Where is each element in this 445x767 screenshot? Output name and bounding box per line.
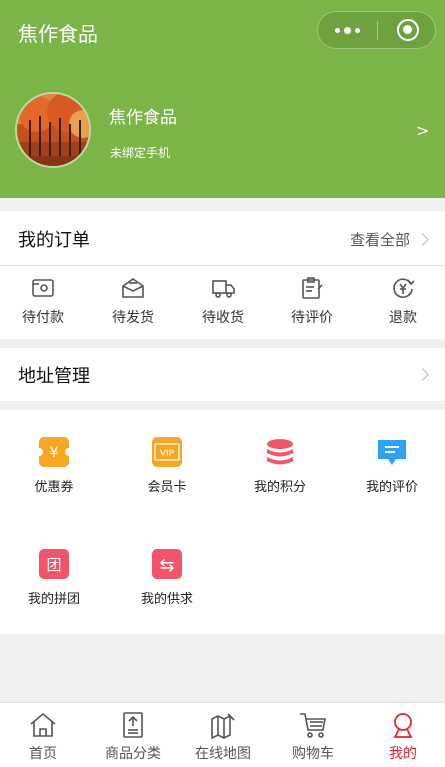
order-pending-payment[interactable]: 待付款 <box>8 275 78 331</box>
user-icon <box>393 713 413 738</box>
app-title: 焦作食品 <box>18 22 98 46</box>
order-item-label: 待收货 <box>202 310 244 326</box>
tool-label: 我的积分 <box>253 480 306 495</box>
order-pending-shipment[interactable]: 待发货 <box>98 275 168 331</box>
order-item-label: 待发货 <box>112 310 154 326</box>
tool-label: 优惠券 <box>34 480 74 495</box>
tab-label: 首页 <box>29 746 57 762</box>
address-management-title: 地址管理 <box>18 366 90 387</box>
view-all-orders-link[interactable]: 查看全部 <box>350 229 410 250</box>
svg-text:VIP: VIP <box>160 449 175 459</box>
tools-grid: ¥ 优惠券 VIP 会员卡 我的积分 我的评价 团 我的拼团 ⇆ 我的供求 <box>0 410 445 634</box>
order-pending-receipt[interactable]: 待收货 <box>188 275 258 331</box>
mini-program-capsule <box>317 11 436 49</box>
close-target-icon[interactable] <box>397 19 419 41</box>
clipboard-icon <box>302 277 323 299</box>
tab-label: 购物车 <box>292 746 334 762</box>
comment-icon <box>377 437 407 467</box>
tool-label: 我的供求 <box>140 592 193 607</box>
chevron-right-icon <box>416 368 429 381</box>
capsule-divider <box>377 21 378 40</box>
tab-label: 商品分类 <box>105 746 161 762</box>
svg-text:团: 团 <box>46 556 61 574</box>
tool-my-group-buy[interactable]: 团 我的拼团 <box>9 549 99 609</box>
profile-header: 焦作食品 焦作食品 未绑定手机 > <box>0 0 445 198</box>
svg-text:⇆: ⇆ <box>159 555 174 576</box>
tab-mine[interactable]: 我的 <box>363 711 443 765</box>
order-refund[interactable]: 退款 <box>368 275 438 331</box>
order-item-label: 退款 <box>389 310 417 326</box>
profile-arrow-icon[interactable]: > <box>416 121 429 140</box>
order-item-label: 待评价 <box>291 310 333 326</box>
tool-label: 我的评价 <box>365 480 418 495</box>
supply-demand-icon: ⇆ <box>152 549 182 579</box>
tab-home[interactable]: 首页 <box>3 711 83 765</box>
phone-binding-status[interactable]: 未绑定手机 <box>110 144 170 161</box>
bottom-tab-bar: 首页 商品分类 在线地图 购物车 我的 <box>0 702 445 767</box>
address-management-row[interactable]: 地址管理 <box>0 348 445 401</box>
box-icon <box>122 278 144 298</box>
tab-categories[interactable]: 商品分类 <box>93 711 173 765</box>
more-menu-icon[interactable] <box>318 12 377 48</box>
coupon-icon: ¥ <box>35 437 73 467</box>
map-icon <box>211 713 235 739</box>
tab-cart[interactable]: 购物车 <box>273 711 353 765</box>
home-icon <box>30 712 56 737</box>
avatar[interactable] <box>15 92 91 168</box>
tool-my-reviews[interactable]: 我的评价 <box>347 437 437 497</box>
chevron-right-icon <box>416 233 429 246</box>
category-icon <box>123 712 143 738</box>
svg-text:¥: ¥ <box>50 445 59 461</box>
points-icon <box>265 437 295 467</box>
wallet-icon <box>32 279 54 297</box>
group-buy-icon: 团 <box>39 549 69 579</box>
truck-icon <box>212 280 235 298</box>
divider <box>0 265 445 266</box>
tab-label: 在线地图 <box>195 746 251 762</box>
vip-card-icon: VIP <box>152 437 182 467</box>
tab-label: 我的 <box>389 746 417 762</box>
profile-name: 焦作食品 <box>109 108 177 128</box>
tool-label: 会员卡 <box>147 480 187 495</box>
tool-coupons[interactable]: ¥ 优惠券 <box>9 437 99 497</box>
my-orders-title: 我的订单 <box>18 230 90 251</box>
tool-my-points[interactable]: 我的积分 <box>235 437 325 497</box>
cart-icon <box>300 713 326 738</box>
my-orders-card: 我的订单 查看全部 待付款 待发货 待收货 待评价 退款 <box>0 211 445 339</box>
order-item-label: 待付款 <box>22 310 64 326</box>
tool-membership-card[interactable]: VIP 会员卡 <box>122 437 212 497</box>
order-pending-review[interactable]: 待评价 <box>277 275 347 331</box>
refund-icon <box>393 278 415 298</box>
tool-my-supply-demand[interactable]: ⇆ 我的供求 <box>122 549 212 609</box>
tool-label: 我的拼团 <box>27 592 80 607</box>
tab-online-map[interactable]: 在线地图 <box>183 711 263 765</box>
